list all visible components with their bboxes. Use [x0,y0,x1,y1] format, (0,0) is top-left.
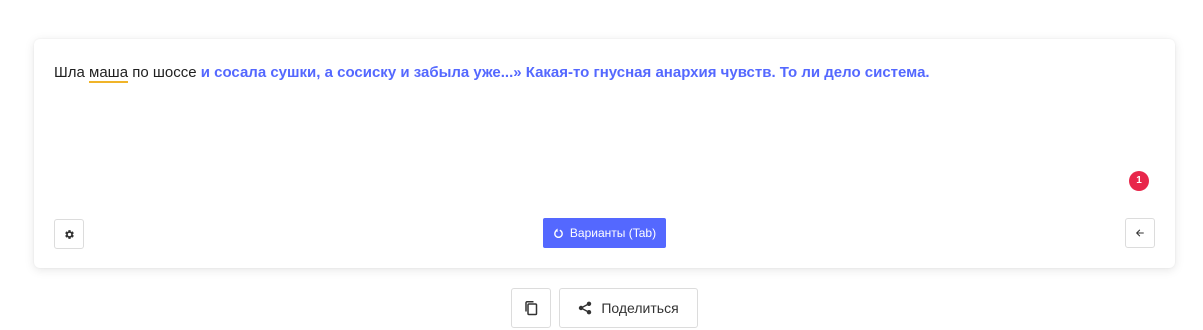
editor-card: Шла маша по шоссе и сосала сушки, а соси… [34,39,1175,268]
issues-count-badge[interactable]: 1 [1129,171,1149,191]
share-icon [578,301,592,315]
settings-button[interactable] [54,219,84,249]
flagged-word[interactable]: маша [89,64,129,83]
text-editor[interactable]: Шла маша по шоссе и сосала сушки, а соси… [54,63,1155,83]
share-label: Поделиться [601,300,679,316]
back-button[interactable] [1125,218,1155,248]
copy-button[interactable] [511,288,551,328]
variants-button[interactable]: Варианты (Tab) [543,218,666,248]
text-segment: по шоссе [128,64,201,81]
page: Шла маша по шоссе и сосала сушки, а соси… [0,0,1203,330]
text-segment: Шла [54,64,90,81]
refresh-icon [553,227,564,239]
copy-icon [524,300,538,316]
arrow-left-icon [1135,228,1145,238]
variants-label: Варианты (Tab) [569,226,657,240]
gear-icon [64,229,75,240]
generated-suggestion[interactable]: и сосала сушки, а сосиску и забыла уже..… [201,64,930,81]
share-button[interactable]: Поделиться [559,288,698,328]
